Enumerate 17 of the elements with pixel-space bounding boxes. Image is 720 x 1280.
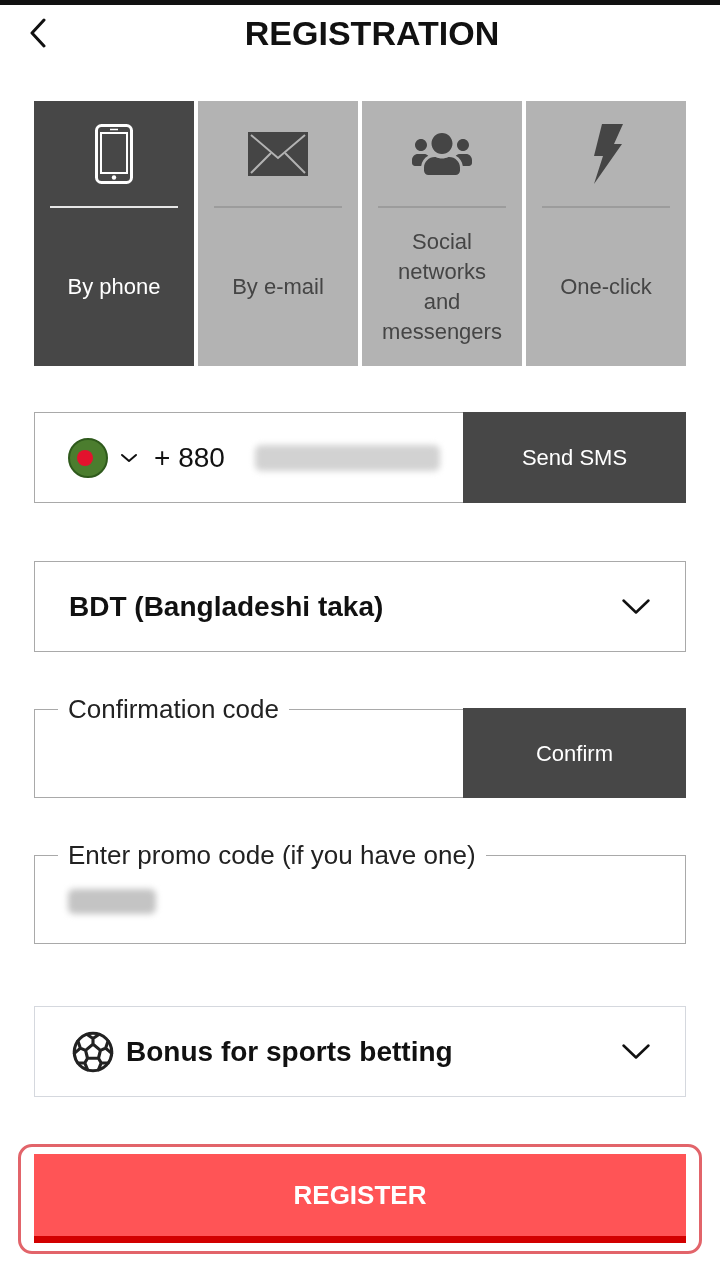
bonus-dropdown[interactable]: Bonus for sports betting [34, 1006, 686, 1097]
smartphone-icon [95, 123, 133, 184]
chevron-down-icon [621, 1043, 651, 1060]
chevron-down-icon [621, 598, 651, 615]
back-chevron-icon[interactable] [30, 18, 46, 48]
confirm-button[interactable]: Confirm [463, 708, 686, 798]
flag-icon[interactable] [68, 437, 108, 478]
send-sms-button[interactable]: Send SMS [463, 412, 686, 503]
tab[interactable]: Social networks and messengers [362, 101, 522, 366]
chevron-down-icon[interactable] [120, 452, 138, 463]
currency-dropdown[interactable]: BDT (Bangladeshi taka) [34, 561, 686, 652]
envelope-icon [248, 131, 308, 176]
tab[interactable]: One-click [526, 101, 686, 366]
tab[interactable]: By e-mail [198, 101, 358, 366]
tab[interactable]: By phone [34, 101, 194, 366]
page-title: REGISTRATION [244, 14, 500, 52]
country-code: + 880 [154, 440, 225, 475]
